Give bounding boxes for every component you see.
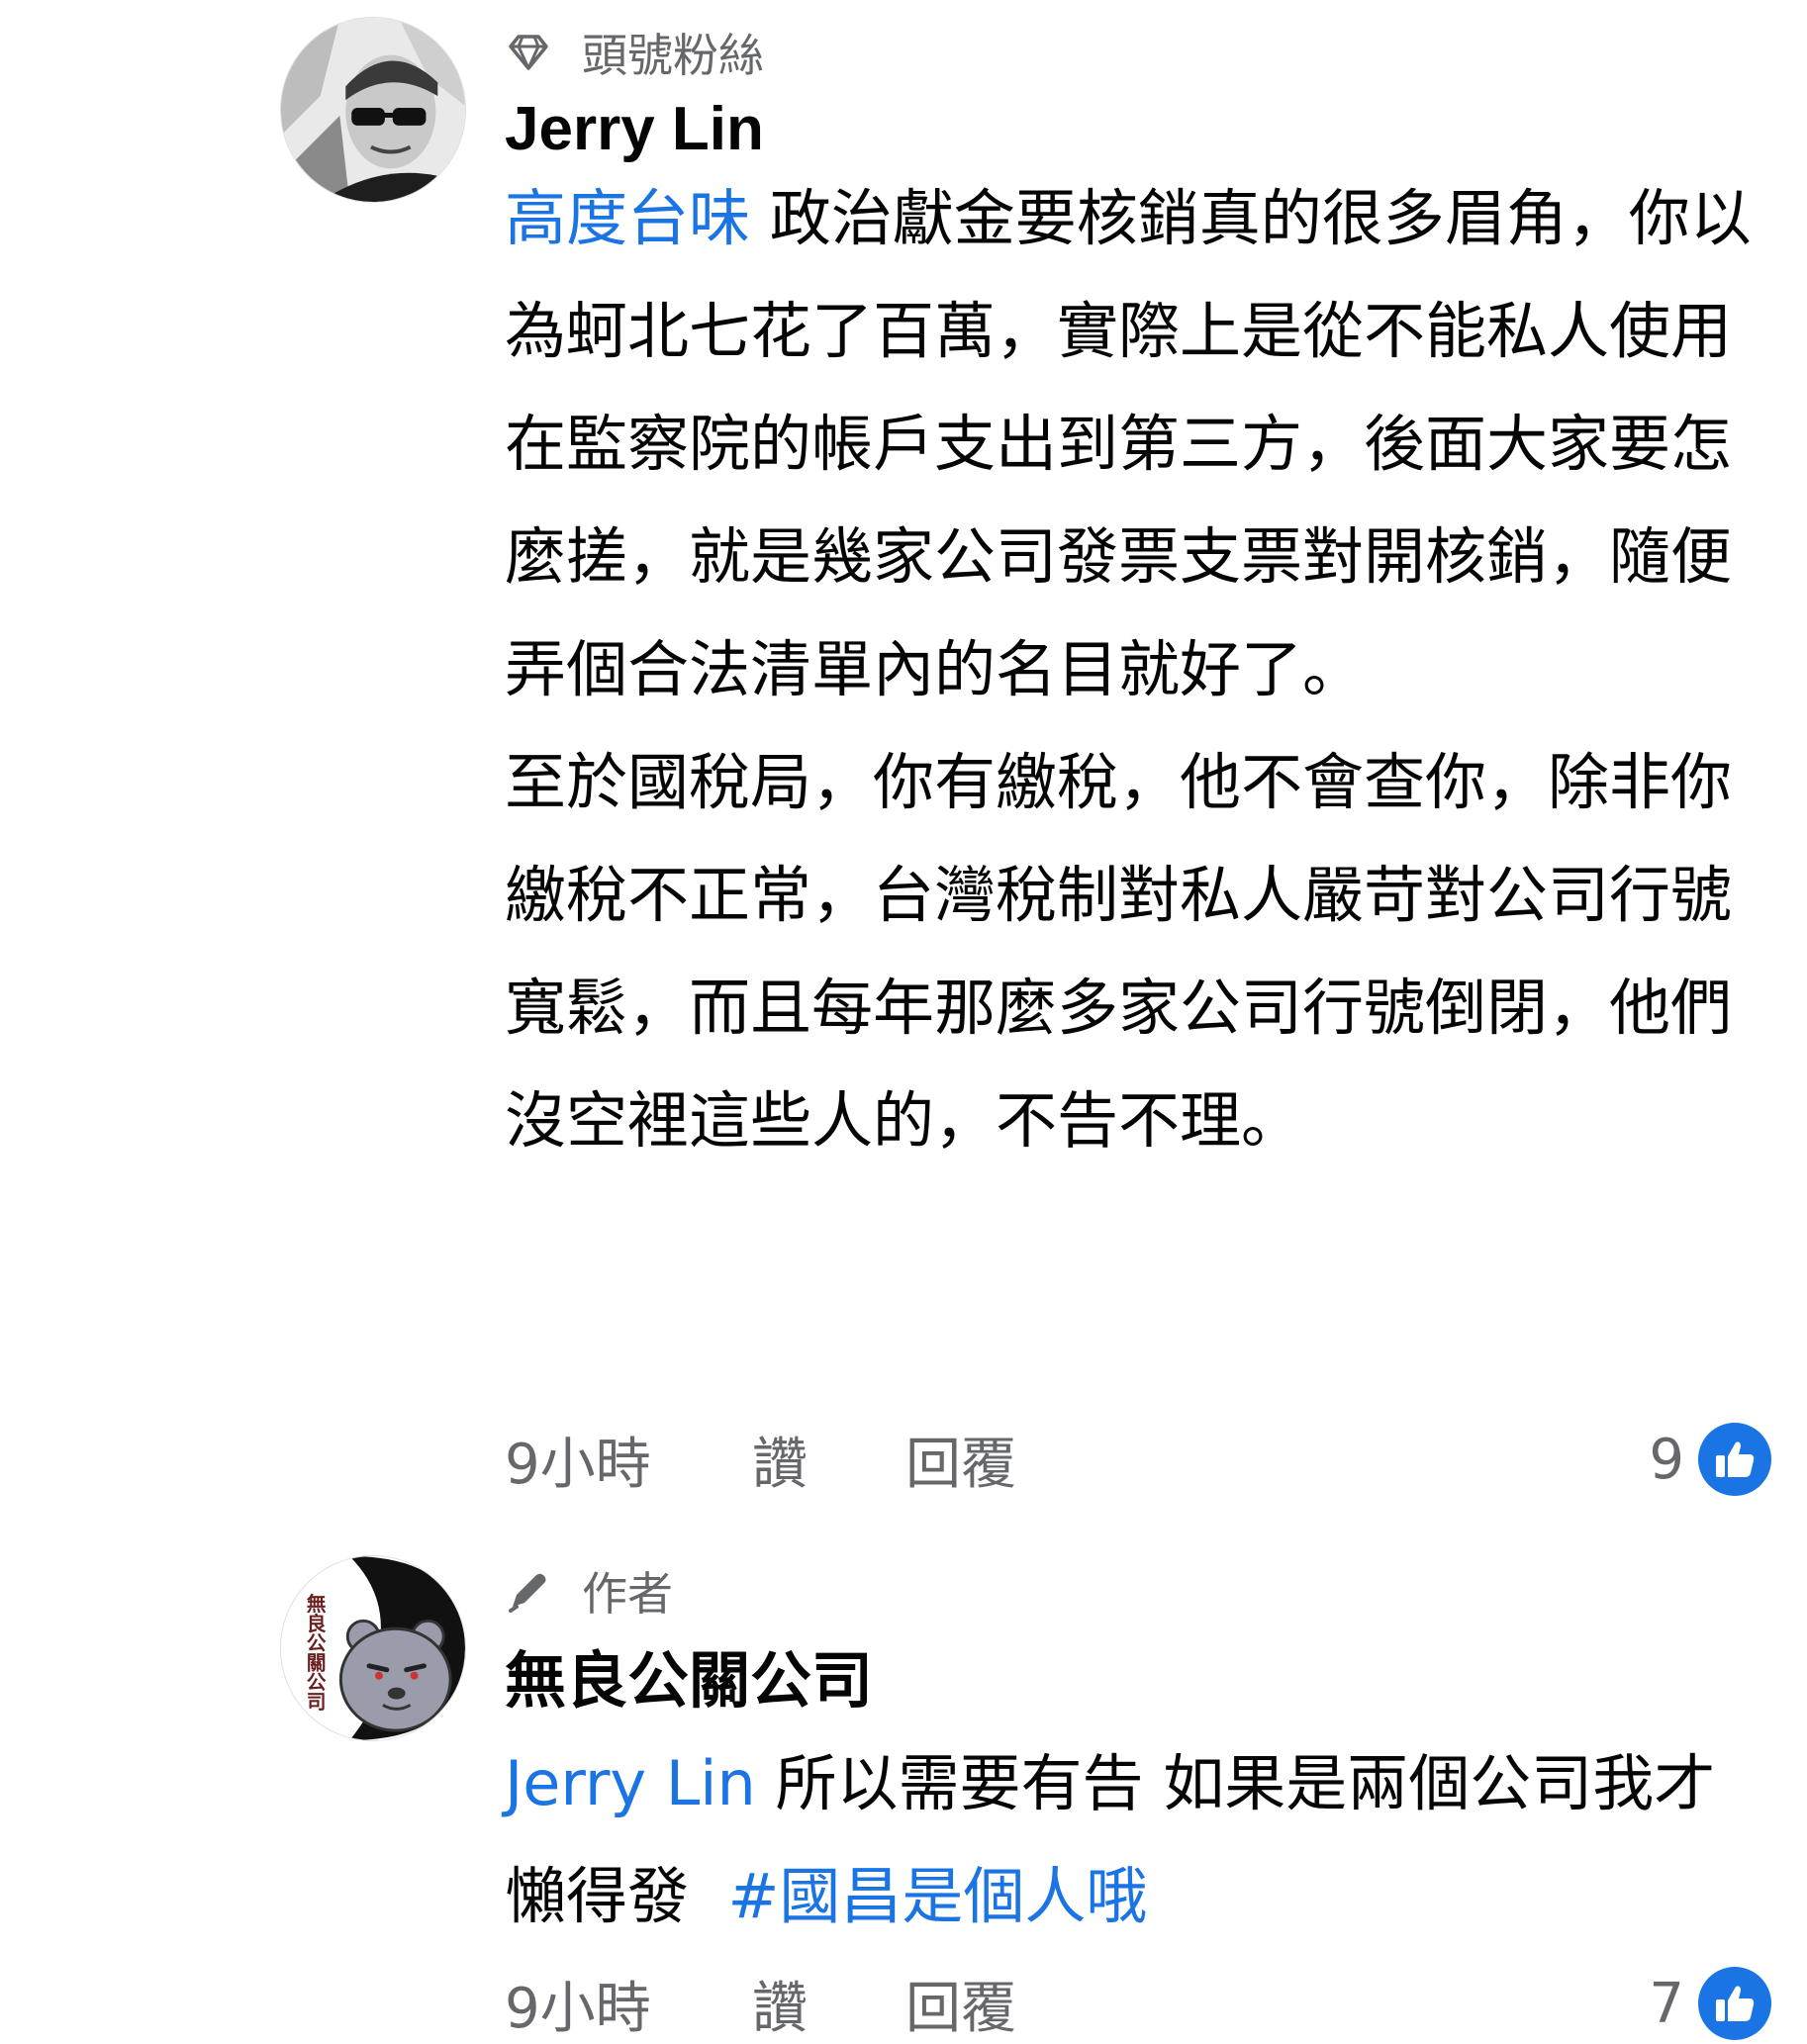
comment-text: 政治獻金要核銷真的很多眉角，你以為蚵北七花了百萬，實際上是從不能私人使用在監察院… [505, 182, 1752, 705]
comment-actions: 9小時 讚 回覆 [505, 1425, 1016, 1497]
thumbs-up-icon [1698, 1423, 1771, 1496]
avatar-jerry-lin[interactable] [280, 17, 466, 203]
comment-timestamp[interactable]: 9小時 [505, 1420, 752, 1500]
reaction-count: 9 [1649, 1427, 1684, 1492]
bear-avatar-icon: 無良公關公司 [281, 1556, 465, 1740]
badge-top-fan: 頭號粉絲 [505, 25, 764, 82]
reply-button[interactable]: 回覆 [905, 1964, 1016, 2044]
mention-link[interactable]: 高度台味 [505, 182, 750, 254]
reply-button[interactable]: 回覆 [905, 1420, 1016, 1500]
reaction-summary[interactable]: 7 [1649, 1964, 1771, 2043]
like-button[interactable]: 讚 [752, 1964, 905, 2044]
pen-icon [505, 1567, 552, 1615]
comment-body: 高度台味 政治獻金要核銷真的很多眉角，你以為蚵北七花了百萬，實際上是從不能私人使… [505, 162, 1757, 1177]
badge-label: 作者 [582, 1567, 673, 1621]
comment-paragraph: 高度台味 政治獻金要核銷真的很多眉角，你以為蚵北七花了百萬，實際上是從不能私人使… [505, 162, 1757, 726]
mention-link[interactable]: Jerry Lin [505, 1747, 756, 1819]
comment-body: Jerry Lin 所以需要有告 如果是兩個公司我才懶得發 #國昌是個人哦 [505, 1727, 1757, 1953]
comment-paragraph: 至於國稅局，你有繳稅，他不會查你，除非你繳稅不正常，台灣稅制對私人嚴苛對公司行號… [505, 746, 1733, 1157]
comment-timestamp[interactable]: 9小時 [505, 1964, 752, 2044]
reaction-summary[interactable]: 9 [1649, 1420, 1771, 1499]
avatar-vertical-text: 無良公關公司 [303, 1593, 326, 1711]
avatar-photo-icon [281, 18, 465, 202]
comment-paragraph: Jerry Lin 所以需要有告 如果是兩個公司我才懶得發 #國昌是個人哦 [505, 1727, 1757, 1953]
thumbs-up-icon [1698, 1967, 1771, 2040]
comment-actions: 9小時 讚 回覆 [505, 1969, 1016, 2041]
avatar-page[interactable]: 無良公關公司 [280, 1555, 466, 1741]
like-button[interactable]: 讚 [752, 1420, 905, 1500]
badge-author: 作者 [505, 1563, 673, 1621]
diamond-icon [505, 29, 552, 76]
hashtag-link[interactable]: #國昌是個人哦 [727, 1860, 1147, 1932]
comment-author-name[interactable]: 無良公關公司 [505, 1644, 873, 1719]
comment-author-name[interactable]: Jerry Lin [505, 92, 764, 167]
badge-label: 頭號粉絲 [582, 29, 764, 82]
